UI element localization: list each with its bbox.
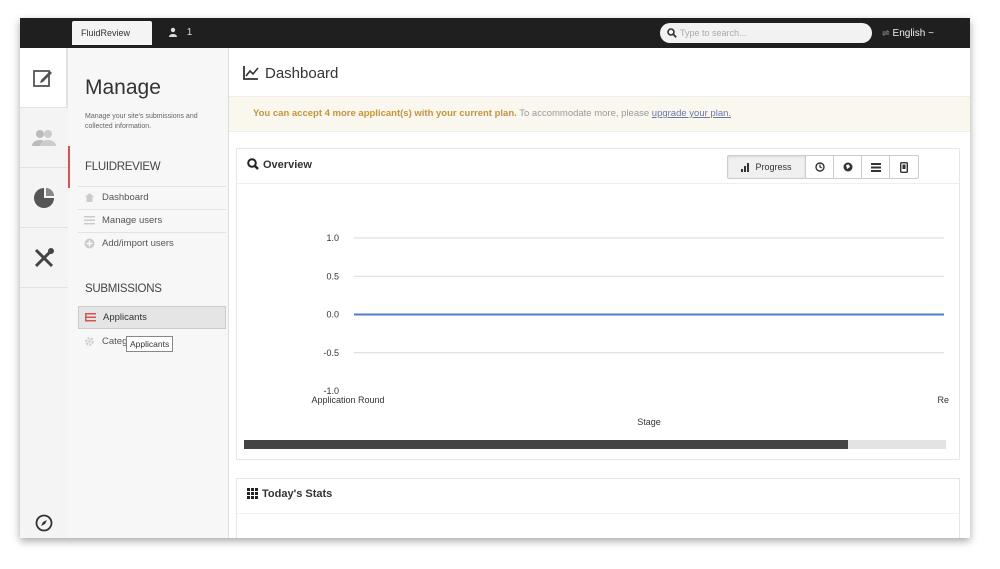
progress-chart: 1.0 0.5 0.0 -0.5 -1.0 Application Round Re Stag… bbox=[244, 185, 953, 435]
overview-title-text: Overview bbox=[263, 159, 312, 171]
clock-icon bbox=[814, 162, 825, 172]
sidebar-item-manage-users[interactable]: Manage users bbox=[78, 209, 226, 232]
upgrade-plan-link[interactable]: upgrade your plan. bbox=[652, 108, 731, 119]
sidebar-item-label: Dashboard bbox=[102, 192, 149, 203]
globe-icon bbox=[843, 162, 852, 172]
language-selector[interactable]: ⇌ English ~ bbox=[882, 18, 934, 48]
y-tick-label: 0.5 bbox=[326, 271, 339, 281]
search-icon bbox=[667, 28, 677, 38]
manage-title: Manage bbox=[85, 76, 161, 99]
globe-button[interactable] bbox=[834, 156, 862, 178]
sidebar-item-label: Add/import users bbox=[102, 238, 174, 249]
search-icon bbox=[247, 158, 259, 170]
sidebar-item-label: Manage users bbox=[102, 215, 163, 226]
site-tab[interactable]: FluidReview bbox=[72, 21, 152, 45]
progress-button[interactable]: Progress bbox=[728, 156, 806, 178]
sidebar-item-label: Applicants bbox=[103, 312, 147, 323]
progress-label: Progress bbox=[755, 162, 792, 172]
users-icon bbox=[32, 129, 56, 146]
search-input[interactable]: Type to search... bbox=[660, 23, 872, 43]
line-chart-icon bbox=[243, 66, 259, 80]
plan-alert: You can accept 4 more applicant(s) with … bbox=[229, 96, 970, 132]
rail-manage[interactable] bbox=[20, 48, 68, 108]
top-bar: FluidReview 1 Type to search... ⇌ English… bbox=[20, 18, 970, 48]
x-tick-label: Re bbox=[937, 395, 949, 405]
y-tick-label: 0.0 bbox=[326, 310, 339, 320]
y-tick-label: -0.5 bbox=[323, 348, 339, 358]
tooltip: Applicants bbox=[126, 336, 174, 352]
table-icon bbox=[870, 162, 881, 172]
compass-icon bbox=[35, 514, 53, 532]
list-icon bbox=[85, 313, 96, 322]
active-indicator bbox=[68, 146, 70, 188]
alert-bold-text: You can accept 4 more applicant(s) with … bbox=[253, 108, 517, 119]
user-menu-button[interactable]: 1 bbox=[168, 18, 192, 48]
globe-icon: ⇌ bbox=[882, 28, 890, 38]
stats-title-text: Today's Stats bbox=[262, 488, 333, 500]
app-window: FluidReview 1 Type to search... ⇌ English… bbox=[20, 18, 970, 538]
mobile-icon bbox=[900, 161, 908, 173]
language-label: English ~ bbox=[892, 28, 934, 39]
y-tick-label: 1.0 bbox=[326, 233, 339, 243]
tools-icon bbox=[34, 247, 54, 267]
table-button[interactable] bbox=[862, 156, 890, 178]
rail-users[interactable] bbox=[20, 108, 68, 168]
gear-icon bbox=[85, 337, 94, 346]
todays-stats-panel: Today's Stats bbox=[236, 478, 960, 538]
search-placeholder: Type to search... bbox=[680, 28, 747, 38]
chart-svg: 1.00.50.0-0.5-1.0Application Round ReStag… bbox=[311, 233, 949, 427]
stats-title: Today's Stats bbox=[247, 488, 332, 500]
main-content: Dashboard You can accept 4 more applican… bbox=[229, 48, 970, 538]
rail-help[interactable] bbox=[20, 508, 68, 538]
rail-settings[interactable] bbox=[20, 228, 68, 288]
home-icon bbox=[85, 193, 94, 202]
bar-chart-icon bbox=[741, 162, 750, 172]
x-axis-label: Stage bbox=[637, 417, 661, 427]
sidebar-item-applicants[interactable]: Applicants bbox=[78, 306, 226, 329]
section-fluidreview: FLUIDREVIEW bbox=[85, 161, 161, 173]
alert-text: To accommodate more, please bbox=[516, 108, 652, 119]
overview-title: Overview bbox=[247, 158, 312, 171]
stats-header: Today's Stats bbox=[237, 479, 959, 514]
chart-scrollbar[interactable] bbox=[244, 440, 946, 449]
overview-panel: Overview Progress 1.0 0.5 0.0 -0.5 -1.0 … bbox=[236, 148, 960, 460]
page-title: Dashboard bbox=[243, 65, 338, 82]
manage-sidebar: Manage Manage your site's submissions an… bbox=[68, 48, 229, 538]
sidebar-item-add-import-users[interactable]: Add/import users bbox=[78, 232, 226, 255]
rail-reports[interactable] bbox=[20, 168, 68, 228]
icon-rail bbox=[20, 48, 69, 538]
user-icon bbox=[169, 27, 177, 37]
grid-icon bbox=[247, 488, 258, 499]
scrollbar-thumb[interactable] bbox=[244, 440, 848, 449]
page-title-text: Dashboard bbox=[265, 65, 339, 82]
mobile-button[interactable] bbox=[890, 156, 918, 178]
edit-icon bbox=[33, 69, 52, 87]
sidebar-item-dashboard[interactable]: Dashboard bbox=[78, 186, 226, 209]
user-count: 1 bbox=[186, 27, 193, 38]
overview-header: Overview Progress bbox=[237, 149, 959, 184]
x-tick-label: Application Round bbox=[311, 395, 384, 405]
plus-circle-icon bbox=[84, 238, 95, 249]
list-icon bbox=[84, 216, 95, 225]
manage-description: Manage your site's submissions and colle… bbox=[85, 113, 198, 130]
view-toggle-group: Progress bbox=[727, 155, 919, 179]
clock-button[interactable] bbox=[806, 156, 834, 178]
section-submissions: SUBMISSIONS bbox=[85, 283, 162, 295]
pie-chart-icon bbox=[34, 187, 54, 208]
